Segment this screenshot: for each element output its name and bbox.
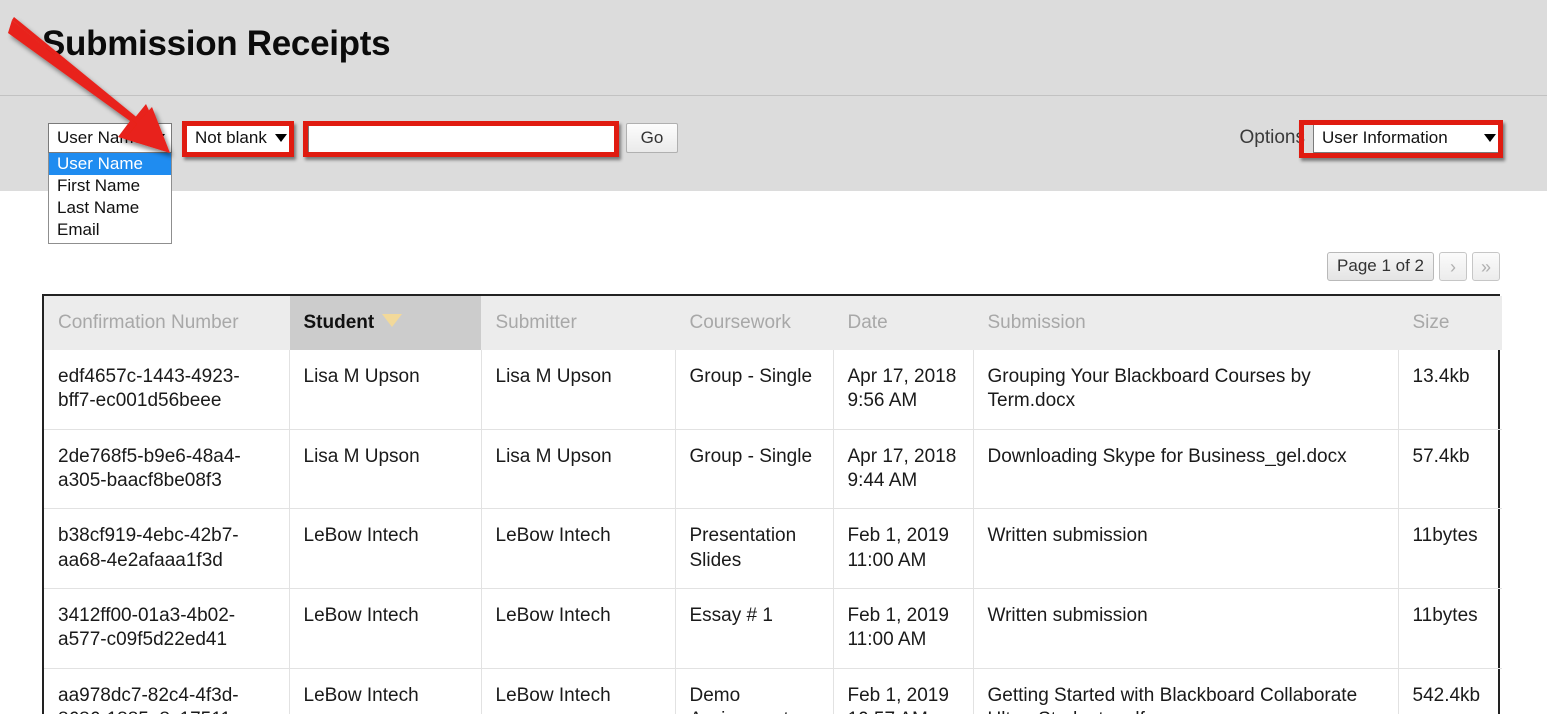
chevron-right-icon[interactable]: ›: [1439, 252, 1467, 281]
search-operator-select[interactable]: Not blank: [186, 123, 294, 153]
search-input[interactable]: [308, 123, 616, 153]
option-user-name[interactable]: User Name: [49, 153, 171, 175]
pagination: Page 1 of 2 › »: [1327, 252, 1500, 281]
page-title: Submission Receipts: [42, 24, 391, 63]
options-select-wrapper: User Information: [1313, 123, 1503, 153]
cell-date: Apr 17, 2018 9:44 AM: [833, 429, 974, 510]
chevron-double-right-icon[interactable]: »: [1472, 252, 1500, 281]
table-row[interactable]: 2de768f5-b9e6-48a4-a305-baacf8be08f3 Lis…: [44, 429, 1502, 510]
search-field-select-value: User Name: [57, 128, 143, 147]
page-root: Submission Receipts User Name User Name …: [0, 0, 1547, 714]
cell-confirmation: edf4657c-1443-4923-bff7-ec001d56beee: [44, 350, 290, 430]
table-row[interactable]: aa978dc7-82c4-4f3d-8686-1885a8c17511 LeB…: [44, 668, 1502, 714]
cell-coursework: Essay # 1: [675, 588, 834, 669]
column-header-submitter[interactable]: Submitter: [481, 296, 676, 350]
receipts-table-container: Confirmation Number Student Submitter Co…: [42, 294, 1502, 714]
cell-date: Feb 1, 2019 11:00 AM: [833, 508, 974, 589]
option-email[interactable]: Email: [49, 219, 171, 241]
column-header-student[interactable]: Student: [289, 296, 482, 350]
field-select-wrapper: User Name User Name First Name Last Name…: [48, 123, 172, 244]
cell-coursework: Group - Single: [675, 429, 834, 510]
cell-confirmation: aa978dc7-82c4-4f3d-8686-1885a8c17511: [44, 668, 290, 714]
options-controls: Options User Information: [1240, 123, 1503, 153]
go-button[interactable]: Go: [626, 123, 678, 153]
cell-size: 11bytes: [1398, 508, 1502, 589]
column-header-label: Size: [1412, 312, 1450, 333]
cell-coursework: Demo Assignment: [675, 668, 834, 714]
column-header-submission[interactable]: Submission: [973, 296, 1399, 350]
chevron-down-icon: [153, 134, 165, 142]
chevron-down-icon: [1484, 134, 1496, 142]
cell-submission: Grouping Your Blackboard Courses by Term…: [973, 350, 1399, 430]
cell-size: 57.4kb: [1398, 429, 1502, 510]
cell-student: LeBow Intech: [289, 668, 482, 714]
sort-descending-icon: [382, 314, 403, 328]
cell-size: 13.4kb: [1398, 350, 1502, 430]
page-header-band: Submission Receipts: [0, 0, 1547, 95]
cell-submitter: Lisa M Upson: [481, 350, 676, 430]
cell-submitter: Lisa M Upson: [481, 429, 676, 510]
cell-size: 542.4kb: [1398, 668, 1502, 714]
cell-date: Feb 1, 2019 11:00 AM: [833, 588, 974, 669]
search-field-options-list[interactable]: User Name First Name Last Name Email: [48, 153, 172, 244]
table-row[interactable]: b38cf919-4ebc-42b7-aa68-4e2afaaa1f3d LeB…: [44, 508, 1502, 589]
cell-confirmation: 2de768f5-b9e6-48a4-a305-baacf8be08f3: [44, 429, 290, 510]
search-input-wrapper: [308, 123, 616, 153]
cell-submission: Written submission: [973, 588, 1399, 669]
table-row[interactable]: edf4657c-1443-4923-bff7-ec001d56beee Lis…: [44, 350, 1502, 430]
table-row[interactable]: 3412ff00-01a3-4b02-a577-c09f5d22ed41 LeB…: [44, 588, 1502, 669]
chevron-down-icon: [275, 134, 287, 142]
column-header-label: Confirmation Number: [58, 312, 239, 333]
column-header-date[interactable]: Date: [833, 296, 974, 350]
cell-submission: Downloading Skype for Business_gel.docx: [973, 429, 1399, 510]
receipts-table: Confirmation Number Student Submitter Co…: [44, 296, 1502, 714]
column-header-label: Coursework: [689, 312, 791, 333]
table-header-row: Confirmation Number Student Submitter Co…: [44, 296, 1502, 350]
cell-coursework: Presentation Slides: [675, 508, 834, 589]
column-header-label: Date: [847, 312, 888, 333]
operator-select-wrapper: Not blank: [186, 123, 294, 153]
cell-date: Feb 1, 2019 10:57 AM: [833, 668, 974, 714]
options-select-value: User Information: [1322, 128, 1448, 147]
options-select[interactable]: User Information: [1313, 123, 1503, 153]
cell-confirmation: 3412ff00-01a3-4b02-a577-c09f5d22ed41: [44, 588, 290, 669]
cell-date: Apr 17, 2018 9:56 AM: [833, 350, 974, 430]
search-operator-select-value: Not blank: [195, 128, 267, 147]
cell-student: LeBow Intech: [289, 508, 482, 589]
column-header-label: Student: [303, 312, 375, 333]
cell-student: Lisa M Upson: [289, 429, 482, 510]
column-header-coursework[interactable]: Coursework: [675, 296, 834, 350]
table-body: edf4657c-1443-4923-bff7-ec001d56beee Lis…: [44, 350, 1502, 714]
cell-coursework: Group - Single: [675, 350, 834, 430]
column-header-confirmation[interactable]: Confirmation Number: [44, 296, 290, 350]
cell-submission: Written submission: [973, 508, 1399, 589]
column-header-label: Submission: [987, 312, 1086, 333]
column-header-size[interactable]: Size: [1398, 296, 1502, 350]
cell-size: 11bytes: [1398, 588, 1502, 669]
page-indicator: Page 1 of 2: [1327, 252, 1434, 281]
cell-student: LeBow Intech: [289, 588, 482, 669]
column-header-label: Submitter: [495, 312, 577, 333]
cell-submitter: LeBow Intech: [481, 668, 676, 714]
search-field-select[interactable]: User Name: [48, 123, 172, 153]
cell-submitter: LeBow Intech: [481, 508, 676, 589]
cell-confirmation: b38cf919-4ebc-42b7-aa68-4e2afaaa1f3d: [44, 508, 290, 589]
option-last-name[interactable]: Last Name: [49, 197, 171, 219]
search-toolbar: User Name User Name First Name Last Name…: [0, 95, 1547, 244]
options-label: Options: [1239, 127, 1305, 148]
cell-submitter: LeBow Intech: [481, 588, 676, 669]
cell-submission: Getting Started with Blackboard Collabor…: [973, 668, 1399, 714]
cell-student: Lisa M Upson: [289, 350, 482, 430]
option-first-name[interactable]: First Name: [49, 175, 171, 197]
search-controls: User Name User Name First Name Last Name…: [48, 123, 678, 244]
